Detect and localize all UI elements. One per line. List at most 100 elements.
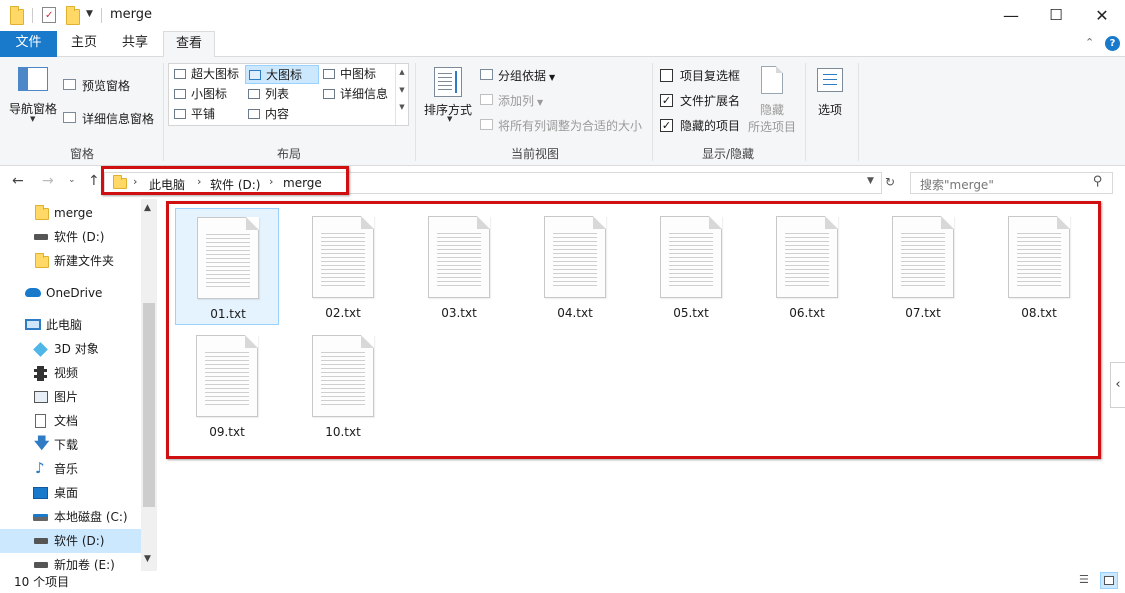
search-icon[interactable]: ⚲ [1093,174,1103,189]
sidebar-item-desktop[interactable]: 桌面 [0,481,141,505]
tab-share[interactable]: 共享 [113,31,157,57]
sidebar-item-drive-e[interactable]: 新加卷 (E:) [0,553,141,571]
scroll-down-icon[interactable]: ▼ [144,554,151,564]
add-column-icon [480,94,493,105]
layout-content[interactable]: 内容 [245,105,319,124]
details-view-icon[interactable]: ☰ [1079,573,1095,587]
preview-pane-icon [63,79,76,90]
details-pane-button[interactable]: 详细信息窗格 [82,110,154,127]
divider [858,63,859,161]
layout-extra-large-icons[interactable]: 超大图标 [171,65,245,84]
layout-large-icons[interactable]: 大图标 [245,65,319,84]
group-label-panes: 窗格 [69,147,94,161]
chevron-down-icon: ▼ [537,98,544,107]
item-checkboxes-checkbox[interactable] [660,69,673,82]
divider [32,8,33,23]
group-by-button[interactable]: 分组依据 ▼ [498,67,555,84]
layout-scroll[interactable]: ▲ ▼ ▼ [395,64,408,125]
collapse-ribbon-icon[interactable]: ⌃ [1085,36,1094,49]
window-title: merge [110,7,153,22]
refresh-icon[interactable]: ↻ [885,175,895,189]
sidebar-scrollbar[interactable]: ▲ ▼ [141,199,157,571]
hide-selected-button-line2[interactable]: 所选项目 [748,118,796,135]
large-icons-view-icon[interactable] [1100,572,1118,589]
add-column-button[interactable]: 添加列 ▼ [498,92,543,109]
item-checkboxes-label: 项目复选框 [680,69,741,83]
status-bar: 10 个项目 ☰ [0,571,1125,593]
file-extensions-checkbox[interactable]: ✓ [660,94,673,107]
show-preview-pane-button[interactable]: ‹ [1110,362,1125,408]
navigation-pane-icon[interactable] [18,67,48,91]
sidebar-item-downloads[interactable]: 🡇 下载 [0,433,141,457]
fit-columns-button[interactable]: 将所有列调整为合适的大小 [498,117,642,134]
sidebar-item-3d-objects[interactable]: 3D 对象 [0,337,141,361]
address-dropdown-icon[interactable]: ▼ [867,176,874,186]
back-button[interactable]: ← [12,173,24,189]
sidebar-item-this-pc[interactable]: 此电脑 [0,313,141,337]
preview-pane-button[interactable]: 预览窗格 [82,77,130,94]
divider [805,63,806,161]
hide-selected-button-line1[interactable]: 隐藏 [760,101,784,118]
sidebar-item-drive-d[interactable]: 软件 (D:) [0,225,141,249]
scroll-thumb[interactable] [143,303,155,507]
recent-locations-button[interactable]: ⌄ [68,175,76,185]
sidebar-item-onedrive[interactable]: OneDrive [0,281,141,305]
layout-gallery: 超大图标 大图标 中图标 小图标 列表 详细信息 平铺 内容 ▲ ▼ ▼ [168,63,409,126]
layout-details[interactable]: 详细信息 [320,85,394,104]
divider [652,63,653,161]
options-button[interactable]: 选项 [818,101,842,118]
folder-icon [35,253,49,268]
sidebar-item-documents[interactable]: 文档 [0,409,141,433]
sidebar-item-drive-d-selected[interactable]: 软件 (D:) [0,529,141,553]
title-bar: ✓ ▼ merge — ☐ ✕ [0,0,1125,31]
up-button[interactable]: ↑ [88,173,100,189]
customize-quick-access-icon[interactable]: ▼ [86,9,93,19]
group-by-icon [480,69,493,80]
maximize-button[interactable]: ☐ [1033,0,1079,31]
folder-icon [35,205,49,220]
divider [101,8,102,23]
properties-icon[interactable]: ✓ [42,7,56,23]
content-icon [248,109,260,119]
help-icon[interactable]: ? [1105,36,1120,51]
ribbon-tabs: 文件 主页 共享 查看 ⌃ ? [0,31,1125,148]
tab-view[interactable]: 查看 [163,31,215,58]
layout-medium-icons[interactable]: 中图标 [320,65,394,84]
picture-icon [34,391,48,403]
sidebar-item-videos[interactable]: 视频 [0,361,141,385]
layout-list[interactable]: 列表 [245,85,319,104]
sidebar-item-merge[interactable]: merge [0,201,141,225]
options-icon [817,68,843,92]
group-label-current-view: 当前视图 [510,147,559,161]
search-input[interactable]: 搜索"merge" [920,176,994,193]
drive-icon [34,234,48,240]
close-button[interactable]: ✕ [1079,0,1125,31]
sidebar-item-local-disk-c[interactable]: 本地磁盘 (C:) [0,505,141,529]
large-icons-icon [249,70,261,80]
details-pane-icon [63,112,76,123]
sidebar-item-new-folder[interactable]: 新建文件夹 [0,249,141,273]
new-folder-icon[interactable] [66,6,80,25]
tab-home[interactable]: 主页 [62,31,106,57]
medium-icons-icon [323,69,335,79]
address-highlight-box [101,166,349,195]
hide-selected-icon [761,66,783,94]
minimize-button[interactable]: — [988,0,1034,31]
files-highlight-box [166,201,1101,459]
layout-tiles[interactable]: 平铺 [171,105,245,124]
forward-button[interactable]: → [42,173,54,189]
more-icon: ▼ [399,103,405,111]
scroll-up-icon[interactable]: ▲ [144,203,151,213]
sidebar-item-music[interactable]: ♪ 音乐 [0,457,141,481]
fit-columns-icon [480,119,493,130]
music-icon: ♪ [35,459,45,477]
sidebar-item-pictures[interactable]: 图片 [0,385,141,409]
chevron-down-icon: ▼ [30,115,36,123]
hidden-items-checkbox[interactable]: ✓ [660,119,673,132]
divider [415,63,416,161]
search-box[interactable]: 搜索"merge" ⚲ [910,172,1113,194]
layout-small-icons[interactable]: 小图标 [171,85,245,104]
drive-icon [34,562,48,568]
details-icon [323,89,335,99]
film-icon [34,366,47,381]
